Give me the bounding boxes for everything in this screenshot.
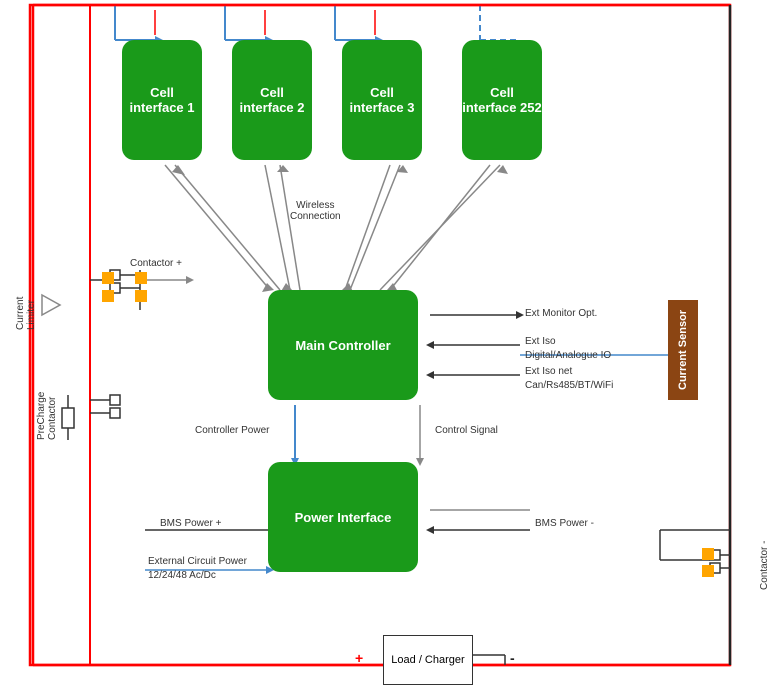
main-controller: Main Controller (268, 290, 418, 400)
diagram: Cell interface 1 Cell interface 2 Cell i… (0, 0, 775, 696)
cell-interface-1: Cell interface 1 (122, 40, 202, 160)
contactor-plus-label: Contactor + (130, 258, 182, 269)
controller-power-label: Controller Power (195, 425, 269, 436)
current-sensor: Current Sensor (668, 300, 698, 400)
ext-iso-digital-label: Ext IsoDigital/Analogue IO (525, 335, 611, 363)
ext-iso-net-label: Ext Iso netCan/Rs485/BT/WiFi (525, 365, 613, 393)
bms-power-minus-label: BMS Power - (535, 518, 594, 529)
wireless-connection-label: WirelessConnection (290, 200, 341, 222)
precharge-contactor-label: PreCharge Contactor (36, 360, 58, 440)
bms-power-plus-label: BMS Power + (160, 518, 221, 529)
cell-interface-3: Cell interface 3 (342, 40, 422, 160)
power-interface: Power Interface (268, 462, 418, 572)
cell-interface-2: Cell interface 2 (232, 40, 312, 160)
load-charger-box: Load / Charger (383, 635, 473, 685)
plus-symbol: + (355, 650, 363, 666)
external-circuit-power-label: External Circuit Power12/24/48 Ac/Dc (148, 555, 247, 583)
ext-monitor-label: Ext Monitor Opt. (525, 308, 597, 319)
cell-interface-252: Cell interface 252 (462, 40, 542, 160)
minus-symbol: - (510, 650, 515, 666)
contactor-minus-label: Contactor - (759, 530, 770, 590)
control-signal-label: Control Signal (435, 425, 498, 436)
current-limiter-label: Current Limiter (15, 270, 37, 330)
